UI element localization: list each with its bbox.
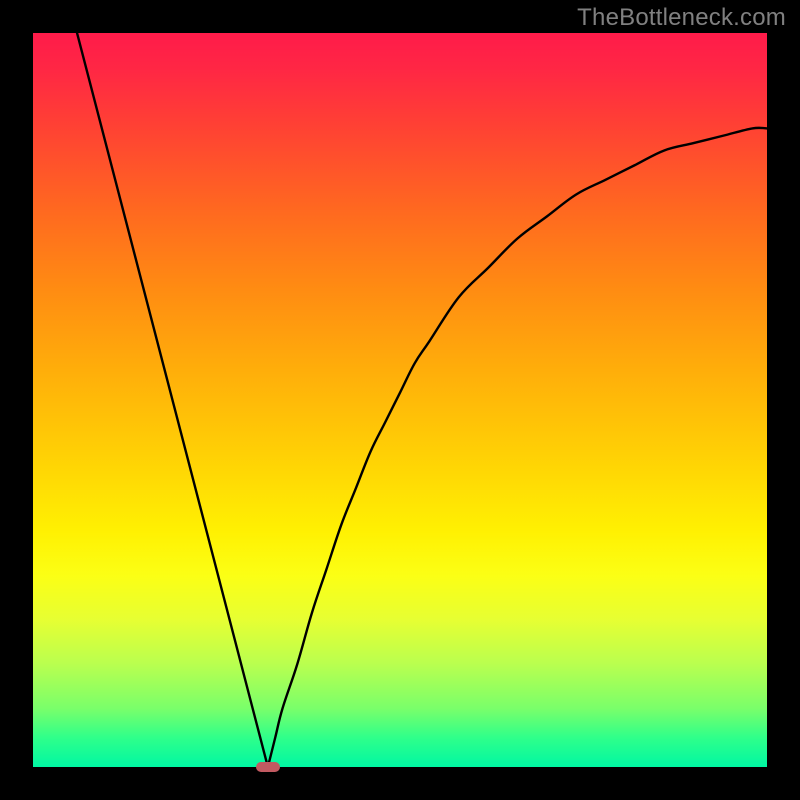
watermark-label: TheBottleneck.com [577, 4, 786, 32]
chart-frame: TheBottleneck.com [0, 0, 800, 800]
minimum-marker [256, 762, 280, 772]
bottleneck-curve [77, 33, 767, 767]
curve-svg-layer [33, 33, 767, 767]
